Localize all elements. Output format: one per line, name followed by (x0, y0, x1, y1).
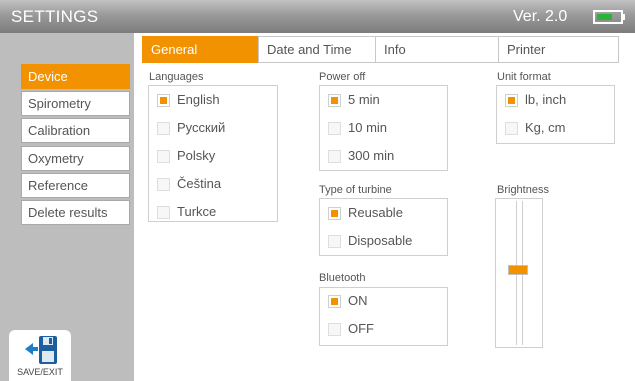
checkbox[interactable] (328, 323, 341, 336)
brightness-slider-thumb[interactable] (508, 265, 528, 275)
sidebar-item-spirometry[interactable]: Spirometry (21, 91, 130, 116)
option-label: Turkce (177, 204, 217, 219)
checkbox[interactable] (505, 94, 518, 107)
checkbox[interactable] (328, 207, 341, 220)
brightness-label: Brightness (497, 184, 549, 196)
bluetooth-group: ON OFF (319, 287, 448, 346)
checkbox[interactable] (328, 235, 341, 248)
checkbox[interactable] (157, 206, 170, 219)
checkbox[interactable] (328, 122, 341, 135)
checkbox[interactable] (505, 122, 518, 135)
languages-group: English Русский Polsky Čeština Turkce (148, 85, 278, 222)
tab-info[interactable]: Info (375, 36, 499, 63)
tab-bar: General Date and Time Info Printer (142, 36, 619, 63)
option-label: Русский (177, 120, 226, 135)
bluetooth-label: Bluetooth (319, 272, 366, 284)
power-off-label: Power off (319, 71, 366, 83)
option-label: lb, inch (525, 92, 567, 107)
title-bar: SETTINGS Ver. 2.0 (0, 0, 635, 33)
tab-date-and-time[interactable]: Date and Time (258, 36, 376, 63)
save-exit-icon (25, 336, 57, 364)
checkbox[interactable] (328, 94, 341, 107)
option-label: 10 min (348, 120, 388, 135)
sidebar-item-calibration[interactable]: Calibration (21, 118, 130, 143)
option-label: 300 min (348, 148, 395, 163)
sidebar-item-oxymetry[interactable]: Oxymetry (21, 146, 130, 171)
battery-terminal (622, 14, 625, 20)
option-label: English (177, 92, 220, 107)
option-label: Čeština (177, 176, 222, 191)
checkbox[interactable] (157, 150, 170, 163)
option-label: Disposable (348, 233, 413, 248)
battery-level (597, 14, 612, 20)
brightness-slider[interactable] (495, 198, 543, 348)
tab-printer[interactable]: Printer (498, 36, 619, 63)
option-label: Kg, cm (525, 120, 566, 135)
turbine-type-group: Reusable Disposable (319, 198, 448, 256)
turbine-type-label: Type of turbine (319, 184, 392, 196)
page-title: SETTINGS (11, 7, 99, 26)
tab-general[interactable]: General (142, 36, 259, 63)
battery-icon (593, 10, 623, 24)
checkbox[interactable] (157, 122, 170, 135)
option-label: Polsky (177, 148, 216, 163)
option-label: 5 min (348, 92, 380, 107)
save-exit-label: SAVE/EXIT (17, 367, 63, 377)
option-label: Reusable (348, 205, 403, 220)
sidebar-item-device[interactable]: Device (21, 64, 130, 89)
save-exit-button[interactable]: SAVE/EXIT (9, 330, 71, 381)
option-label: ON (348, 293, 368, 308)
option-label: OFF (348, 321, 374, 336)
sidebar-item-reference[interactable]: Reference (21, 173, 130, 198)
checkbox[interactable] (157, 178, 170, 191)
power-off-group: 5 min 10 min 300 min (319, 85, 448, 171)
languages-label: Languages (149, 71, 204, 83)
checkbox[interactable] (328, 150, 341, 163)
version-label: Ver. 2.0 (513, 8, 568, 25)
sidebar: Device Spirometry Calibration Oxymetry R… (0, 33, 134, 381)
checkbox[interactable] (328, 295, 341, 308)
unit-format-label: Unit format (497, 71, 551, 83)
sidebar-item-delete-results[interactable]: Delete results (21, 200, 130, 225)
unit-format-group: lb, inch Kg, cm (496, 85, 615, 144)
checkbox[interactable] (157, 94, 170, 107)
